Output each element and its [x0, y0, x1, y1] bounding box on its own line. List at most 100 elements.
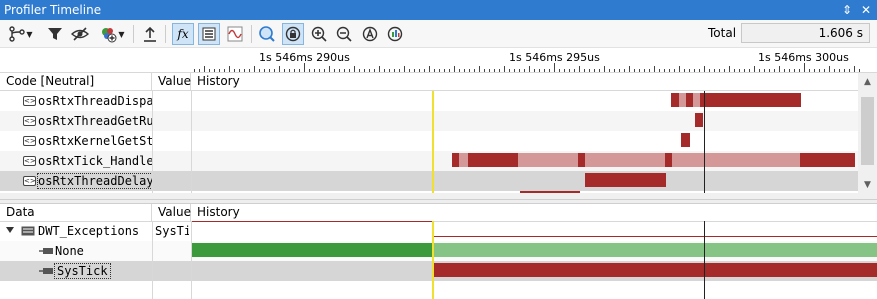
- history-column-header[interactable]: History: [191, 73, 877, 91]
- ruler-minor-tick: [199, 69, 200, 72]
- time-cursor-yellow[interactable]: [432, 221, 434, 299]
- ruler-minor-tick: [244, 69, 245, 72]
- function-name: osRtxTick_Handler: [38, 154, 152, 168]
- code-row[interactable]: <> osRtxThreadGetRunning: [0, 111, 858, 131]
- chevron-down-icon: ▼: [118, 29, 125, 39]
- value-column-header[interactable]: Value: [152, 204, 191, 222]
- ruler-minor-tick: [434, 69, 435, 72]
- code-row-selected[interactable]: <> osRtxThreadDelay: [0, 171, 858, 191]
- branch-dropdown-button[interactable]: ▼: [6, 23, 36, 45]
- ruler-minor-tick: [659, 69, 660, 72]
- branch-icon: [9, 26, 26, 42]
- ruler-minor-tick: [349, 69, 350, 72]
- ruler-minor-tick: [269, 69, 270, 72]
- scrollbar-thumb[interactable]: [861, 97, 874, 165]
- ruler-minor-tick: [509, 69, 510, 72]
- ruler-minor-tick: [794, 69, 795, 72]
- signal-button[interactable]: [224, 23, 246, 45]
- history-bar-active: [800, 153, 855, 167]
- code-panel-header: Code [Neutral] Value History: [0, 73, 877, 91]
- code-column-header[interactable]: Code [Neutral]: [0, 73, 152, 91]
- ruler-minor-tick: [504, 66, 505, 72]
- ruler-minor-tick: [249, 69, 250, 72]
- upload-button[interactable]: [140, 23, 160, 45]
- ruler-minor-tick: [329, 66, 330, 72]
- ruler-minor-tick: [389, 69, 390, 72]
- zoom-fit-button[interactable]: [257, 23, 277, 45]
- list-button[interactable]: [198, 23, 220, 45]
- history-bar-active: [578, 153, 585, 167]
- filter-button[interactable]: [46, 23, 64, 45]
- time-cursor-black[interactable]: [704, 91, 705, 193]
- ruler-minor-tick: [754, 66, 755, 72]
- close-icon[interactable]: ✕: [858, 1, 874, 19]
- data-row-group[interactable]: DWT_Exceptions SysTick: [0, 221, 877, 241]
- ruler-minor-tick: [239, 69, 240, 72]
- ruler-minor-tick: [684, 69, 685, 72]
- vertical-scrollbar[interactable]: ▲ ▼: [858, 73, 877, 193]
- zoom-lock-button[interactable]: [282, 23, 304, 45]
- ruler-minor-tick: [699, 69, 700, 72]
- ruler-minor-tick: [809, 69, 810, 72]
- function-icon: <>: [23, 136, 36, 146]
- variable-icon: [39, 248, 53, 254]
- ruler-minor-tick: [664, 69, 665, 72]
- time-cursor-yellow[interactable]: [432, 91, 434, 193]
- time-cursor-black[interactable]: [704, 221, 705, 299]
- expand-icon[interactable]: [6, 227, 14, 233]
- ruler-minor-tick: [604, 66, 605, 72]
- ruler-minor-tick: [719, 69, 720, 72]
- ruler-minor-tick: [354, 66, 355, 72]
- data-name: DWT_Exceptions: [38, 224, 140, 238]
- ruler-minor-tick: [649, 69, 650, 72]
- zoom-out-button[interactable]: [334, 23, 354, 45]
- ruler-minor-tick: [369, 69, 370, 72]
- history-bar-inactive: [518, 153, 578, 167]
- ruler-minor-tick: [439, 69, 440, 72]
- ruler-minor-tick: [429, 66, 430, 72]
- history-bar-active: [700, 93, 801, 107]
- ruler-minor-tick: [819, 69, 820, 72]
- zoom-range-icon: [387, 26, 403, 42]
- zoom-in-button[interactable]: [309, 23, 329, 45]
- history-bar-inactive: [585, 153, 665, 167]
- zoom-range-button[interactable]: [385, 23, 405, 45]
- hide-button[interactable]: [70, 23, 90, 45]
- history-column-header[interactable]: History: [191, 204, 877, 222]
- code-row[interactable]: <> osRtxKernelGetState: [0, 131, 858, 151]
- column-divider: [191, 221, 192, 299]
- ruler-minor-tick: [844, 69, 845, 72]
- ruler-minor-tick: [419, 69, 420, 72]
- ruler-minor-tick: [204, 66, 205, 72]
- pin-icon[interactable]: ⇕: [839, 1, 855, 19]
- zoom-in-icon: [311, 26, 327, 42]
- ruler-minor-tick: [639, 69, 640, 72]
- scroll-down-icon[interactable]: ▼: [862, 180, 873, 190]
- toolbar: ▼ ▼ fx Total 1.606 s: [0, 20, 877, 48]
- zoom-all-button[interactable]: [360, 23, 380, 45]
- ruler-minor-tick: [534, 69, 535, 72]
- ruler-minor-tick: [559, 69, 560, 72]
- add-dropdown-button[interactable]: ▼: [96, 23, 128, 45]
- ruler-minor-tick: [409, 69, 410, 72]
- history-bar-active: [671, 93, 679, 107]
- history-bar-active: [452, 153, 459, 167]
- ruler-minor-tick: [469, 69, 470, 72]
- ruler-minor-tick: [734, 69, 735, 72]
- ruler-minor-tick: [309, 69, 310, 72]
- scroll-up-icon[interactable]: ▲: [862, 77, 873, 87]
- history-bar-inactive: [679, 93, 686, 107]
- ruler-minor-tick: [374, 69, 375, 72]
- ruler-minor-tick: [484, 69, 485, 72]
- ruler-minor-tick: [319, 69, 320, 72]
- ruler-minor-tick: [769, 69, 770, 72]
- function-name: osRtxThreadDelay: [37, 173, 153, 189]
- ruler-minor-tick: [464, 69, 465, 72]
- ruler-minor-tick: [629, 66, 630, 72]
- zoom-fit-icon: [259, 26, 275, 42]
- data-column-header[interactable]: Data: [0, 204, 152, 222]
- value-column-header[interactable]: Value: [152, 73, 191, 91]
- fx-button[interactable]: fx: [172, 23, 194, 45]
- history-step-line: [192, 221, 433, 222]
- column-divider: [152, 221, 153, 299]
